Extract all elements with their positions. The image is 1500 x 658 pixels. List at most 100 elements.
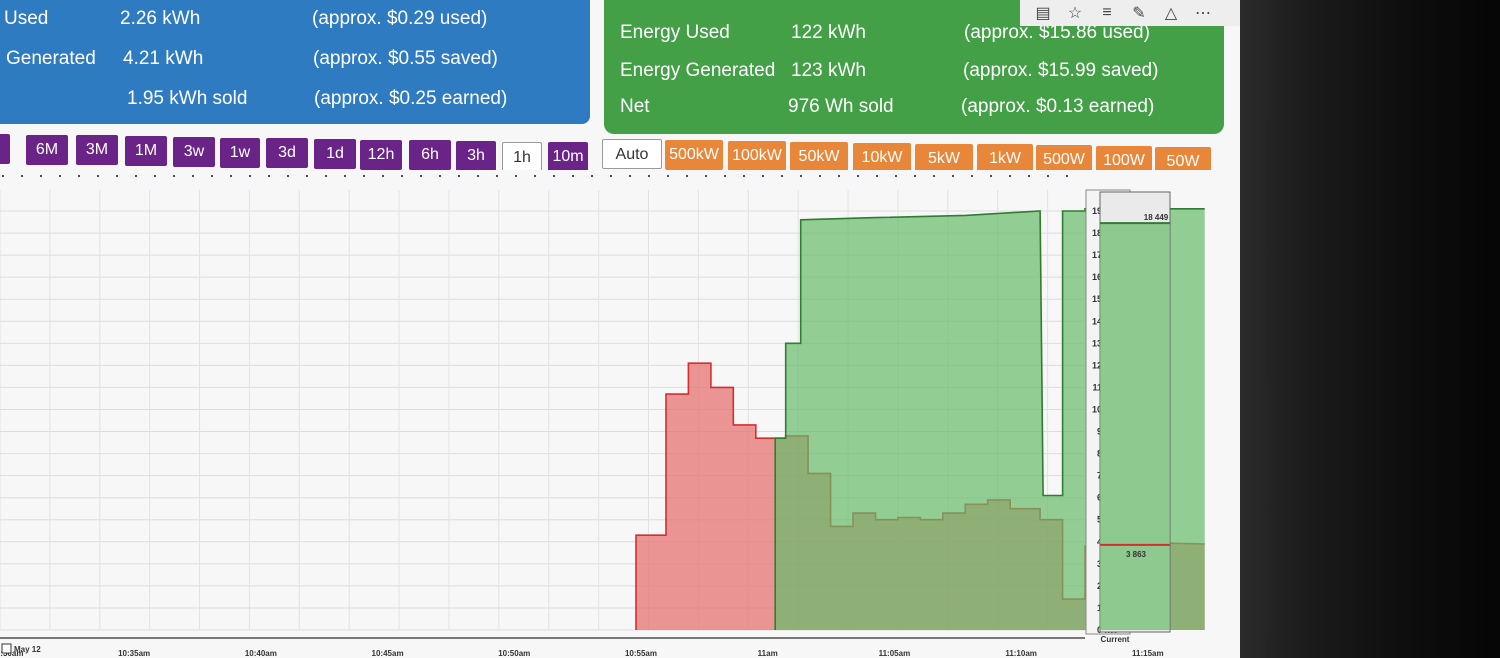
summary-value: 123 kWh	[791, 60, 866, 81]
time-marker	[135, 175, 137, 177]
time-marker	[1028, 175, 1030, 177]
time-button-y[interactable]: y	[0, 134, 10, 164]
x-tick-label: 10:35am	[118, 649, 150, 658]
current-generated-bar	[1100, 223, 1170, 630]
more-icon[interactable]: ⋯	[1194, 3, 1212, 23]
browser-toolbar: ▤ ☆ ≡ ✎ △ ⋯	[1020, 0, 1240, 26]
time-marker	[971, 175, 973, 177]
time-marker	[268, 175, 270, 177]
time-marker	[838, 175, 840, 177]
summary-label: Used	[4, 8, 49, 29]
time-button-1w[interactable]: 1w	[220, 137, 260, 168]
x-tick-label: 10:45am	[372, 649, 404, 658]
x-tick-label: 11:10am	[1005, 649, 1037, 658]
time-marker	[477, 175, 479, 177]
summary-label: Energy Used	[620, 22, 730, 43]
time-marker	[990, 175, 992, 177]
time-marker	[1009, 175, 1011, 177]
time-marker	[2, 175, 4, 177]
time-marker	[59, 175, 61, 177]
time-marker	[515, 175, 517, 177]
summary-note: (approx. $0.55 saved)	[313, 48, 498, 69]
time-marker	[743, 175, 745, 177]
x-tick-label: 11:05am	[879, 649, 911, 658]
x-tick-label: 10:40am	[245, 649, 277, 658]
time-button-3d[interactable]: 3d	[266, 138, 308, 169]
time-marker	[40, 175, 42, 177]
time-marker	[952, 175, 954, 177]
time-button-3h[interactable]: 3h	[456, 141, 496, 171]
time-marker	[78, 175, 80, 177]
time-marker	[420, 175, 422, 177]
time-marker	[572, 175, 574, 177]
time-marker	[895, 175, 897, 177]
time-marker	[249, 175, 251, 177]
time-button-6m[interactable]: 6M	[26, 134, 68, 165]
summary-label: Energy Generated	[620, 60, 776, 81]
summary-note: (approx. $0.13 earned)	[961, 96, 1155, 117]
scroll-left-icon[interactable]	[1, 643, 12, 654]
time-marker	[230, 175, 232, 177]
time-marker	[154, 175, 156, 177]
time-marker	[933, 175, 935, 177]
scale-button-10kw[interactable]: 10kW	[853, 142, 911, 173]
time-marker	[762, 175, 764, 177]
current-label: Current	[1101, 635, 1130, 644]
favorite-star-icon[interactable]: ☆	[1066, 3, 1084, 23]
notes-icon[interactable]: ✎	[1130, 3, 1148, 23]
scale-button-100kw[interactable]: 100kW	[728, 140, 786, 171]
time-button-10m[interactable]: 10m	[548, 142, 588, 173]
time-marker	[344, 175, 346, 177]
time-marker	[781, 175, 783, 177]
summary-label: Generated	[6, 48, 96, 69]
time-button-12h[interactable]: 12h	[360, 139, 402, 170]
summary-value: 4.21 kWh	[123, 48, 204, 69]
time-marker	[1047, 175, 1049, 177]
time-marker	[192, 175, 194, 177]
current-used-value: 3 863	[1126, 550, 1147, 559]
time-marker	[173, 175, 175, 177]
time-marker	[211, 175, 213, 177]
x-tick-label: 11am	[758, 649, 778, 658]
x-tick-label: 11:15am	[1132, 649, 1164, 658]
share-icon[interactable]: △	[1162, 3, 1180, 23]
time-button-1m[interactable]: 1M	[125, 136, 167, 167]
time-marker	[1066, 175, 1068, 177]
time-button-1d[interactable]: 1d	[314, 138, 356, 169]
summary-value: 122 kWh	[791, 22, 866, 43]
time-marker	[534, 175, 536, 177]
time-button-3m[interactable]: 3M	[76, 135, 118, 166]
summary-value: 2.26 kWh	[120, 8, 201, 29]
scale-button-auto[interactable]: Auto	[602, 139, 662, 169]
today-summary-panel: Used 2.26 kWh (approx. $0.29 used) Gener…	[0, 0, 590, 124]
time-marker	[97, 175, 99, 177]
scale-button-5kw[interactable]: 5kW	[915, 143, 973, 174]
screen: Used 2.26 kWh (approx. $0.29 used) Gener…	[0, 0, 1240, 658]
summary-label: Net	[620, 96, 650, 117]
time-marker	[724, 175, 726, 177]
current-generated-value: 18 449	[1144, 213, 1169, 222]
time-button-3w[interactable]: 3w	[173, 136, 215, 167]
time-button-1h[interactable]: 1h	[502, 141, 542, 172]
time-marker	[496, 175, 498, 177]
time-marker	[116, 175, 118, 177]
time-marker	[439, 175, 441, 177]
hub-icon[interactable]: ≡	[1098, 4, 1116, 22]
time-marker	[363, 175, 365, 177]
time-button-6h[interactable]: 6h	[409, 140, 451, 171]
power-chart: 0 kW1 kW2 kW3 kW4 kW5 kW6 kW7 kW8 kW9 kW…	[0, 170, 1240, 658]
time-marker	[819, 175, 821, 177]
scale-button-500kw[interactable]: 500kW	[665, 139, 723, 170]
scale-button-50kw[interactable]: 50kW	[790, 141, 848, 172]
time-marker	[306, 175, 308, 177]
x-tick-label: 10:55am	[625, 649, 657, 658]
time-marker	[591, 175, 593, 177]
time-marker	[553, 175, 555, 177]
time-marker	[382, 175, 384, 177]
time-marker	[914, 175, 916, 177]
time-marker	[667, 175, 669, 177]
monitor-bezel	[1240, 0, 1500, 658]
time-marker	[401, 175, 403, 177]
summary-value: 1.95 kWh sold	[127, 88, 248, 109]
reading-view-icon[interactable]: ▤	[1034, 3, 1052, 23]
